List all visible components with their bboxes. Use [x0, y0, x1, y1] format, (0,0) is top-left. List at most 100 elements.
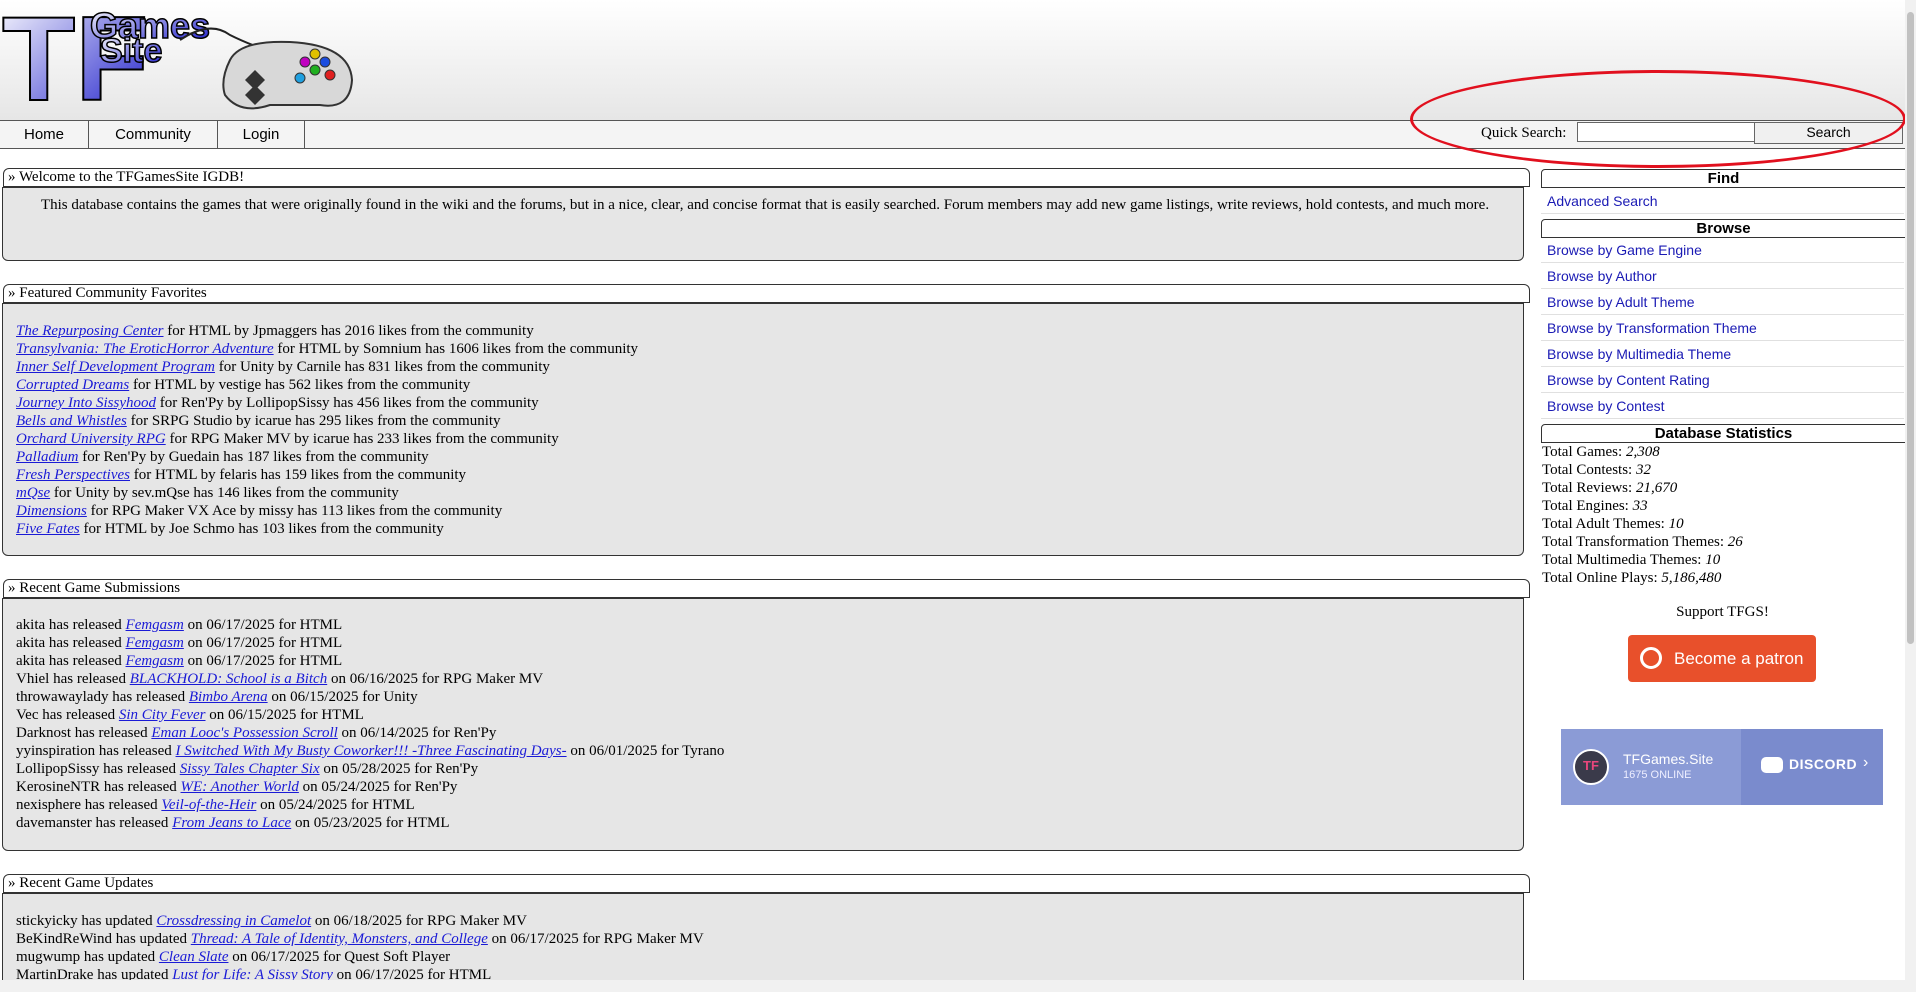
vertical-scrollbar[interactable] [1905, 0, 1916, 992]
detail-text: on 05/24/2025 for HTML [256, 797, 415, 813]
stat-value: 26 [1727, 534, 1743, 550]
horizontal-scrollbar[interactable] [0, 980, 1905, 992]
game-link[interactable]: BLACKHOLD: School is a Bitch [130, 671, 328, 687]
game-link[interactable]: The Repurposing Center [16, 323, 164, 339]
gamepad-icon [222, 40, 354, 110]
submission-list-item: throwawaylady has released Bimbo Arena o… [16, 688, 418, 706]
server-badge-text: TF [1583, 758, 1599, 773]
detail-text: on 06/17/2025 for HTML [183, 635, 343, 651]
detail-text: for HTML by Jpmaggers has 2016 likes fro… [163, 323, 534, 339]
game-link[interactable]: Journey Into Sissyhood [16, 395, 156, 411]
game-link[interactable]: Clean Slate [159, 949, 229, 965]
detail-text: on 06/15/2025 for HTML [205, 707, 364, 723]
author-text: stickyicky has updated [16, 913, 157, 929]
stat-row: Total Multimedia Themes: 10 [1542, 551, 1720, 569]
game-link[interactable]: Dimensions [16, 503, 87, 519]
stat-row: Total Reviews: 21,670 [1542, 479, 1677, 497]
nav-home[interactable]: Home [0, 121, 89, 148]
detail-text: on 05/28/2025 for Ren'Py [319, 761, 479, 777]
stat-row: Total Adult Themes: 10 [1542, 515, 1684, 533]
game-link[interactable]: Inner Self Development Program [16, 359, 215, 375]
stat-label: Total Adult Themes: [1542, 516, 1669, 532]
game-link[interactable]: Bells and Whistles [16, 413, 127, 429]
game-link[interactable]: Corrupted Dreams [16, 377, 129, 393]
browse-link[interactable]: Browse by Adult Theme [1541, 290, 1904, 315]
game-link[interactable]: Sin City Fever [119, 707, 206, 723]
game-link[interactable]: Five Fates [16, 521, 80, 537]
game-link[interactable]: Crossdressing in Camelot [156, 913, 311, 929]
site-logo[interactable]: TF Games Site [0, 0, 360, 118]
submission-list-item: LollipopSissy has released Sissy Tales C… [16, 760, 478, 778]
submission-list-item: nexisphere has released Veil-of-the-Heir… [16, 796, 415, 814]
game-link[interactable]: Transylvania: The EroticHorror Adventure [16, 341, 274, 357]
author-text: Vec has released [16, 707, 119, 723]
game-link[interactable]: mQse [16, 485, 50, 501]
featured-list-item: The Repurposing Center for HTML by Jpmag… [16, 322, 534, 340]
game-link[interactable]: Veil-of-the-Heir [161, 797, 256, 813]
browse-link[interactable]: Browse by Transformation Theme [1541, 316, 1904, 341]
support-text: Support TFGS! [1676, 604, 1769, 620]
detail-text: on 06/01/2025 for Tyrano [566, 743, 725, 759]
detail-text: on 06/16/2025 for RPG Maker MV [327, 671, 544, 687]
submission-list-item: akita has released Femgasm on 06/17/2025… [16, 634, 342, 652]
featured-list-item: Transylvania: The EroticHorror Adventure… [16, 340, 638, 358]
featured-list-item: Orchard University RPG for RPG Maker MV … [16, 430, 559, 448]
game-link[interactable]: From Jeans to Lace [172, 815, 291, 831]
quick-search-label: Quick Search: [1481, 125, 1567, 141]
welcome-text: This database contains the games that we… [40, 197, 1490, 213]
game-link[interactable]: I Switched With My Busty Coworker!!! -Th… [176, 743, 567, 759]
browse-link[interactable]: Browse by Author [1541, 264, 1904, 289]
stat-value: 5,186,480 [1661, 570, 1722, 586]
featured-list-item: Fresh Perspectives for HTML by felaris h… [16, 466, 466, 484]
quick-search-button[interactable]: Search [1754, 122, 1903, 144]
stat-label: Total Contests: [1542, 462, 1636, 478]
become-patron-button[interactable]: Become a patron [1628, 635, 1816, 682]
game-link[interactable]: Femgasm [126, 635, 184, 651]
stat-value: 2,308 [1625, 444, 1660, 460]
update-list-item: BeKindReWind has updated Thread: A Tale … [16, 930, 704, 948]
featured-list-item: Inner Self Development Program for Unity… [16, 358, 550, 376]
game-link[interactable]: Orchard University RPG [16, 431, 166, 447]
featured-panel-title: » Featured Community Favorites [3, 284, 1530, 303]
game-link[interactable]: Sissy Tales Chapter Six [180, 761, 320, 777]
browse-link[interactable]: Browse by Game Engine [1541, 238, 1904, 263]
detail-text: on 06/17/2025 for RPG Maker MV [487, 931, 704, 947]
game-link[interactable]: Thread: A Tale of Identity, Monsters, an… [191, 931, 488, 947]
stat-row: Total Games: 2,308 [1542, 443, 1660, 461]
stat-label: Total Transformation Themes: [1542, 534, 1728, 550]
nav-community[interactable]: Community [89, 121, 218, 148]
game-link[interactable]: Bimbo Arena [189, 689, 268, 705]
sidebar-browse-heading: Browse [1541, 219, 1906, 238]
featured-list-item: mQse for Unity by sev.mQse has 146 likes… [16, 484, 399, 502]
welcome-panel: This database contains the games that we… [2, 187, 1524, 261]
featured-list-item: Five Fates for HTML by Joe Schmo has 103… [16, 520, 444, 538]
submissions-panel-title: » Recent Game Submissions [3, 579, 1530, 598]
game-link[interactable]: Fresh Perspectives [16, 467, 130, 483]
browse-link[interactable]: Browse by Content Rating [1541, 368, 1904, 393]
advanced-search-link[interactable]: Advanced Search [1541, 189, 1904, 214]
game-link[interactable]: Femgasm [126, 617, 184, 633]
discord-widget[interactable]: TF TFGames.Site 1675 ONLINE DISCORD › [1561, 729, 1883, 805]
game-link[interactable]: Palladium [16, 449, 79, 465]
quick-search-input[interactable] [1577, 122, 1756, 142]
browse-link[interactable]: Browse by Contest [1541, 394, 1904, 419]
detail-text: on 06/14/2025 for Ren'Py [337, 725, 497, 741]
detail-text: for HTML by Joe Schmo has 103 likes from… [79, 521, 444, 537]
updates-panel-title: » Recent Game Updates [3, 874, 1530, 893]
server-avatar: TF [1573, 749, 1609, 785]
stat-row: Total Transformation Themes: 26 [1542, 533, 1743, 551]
nav-login[interactable]: Login [218, 121, 305, 148]
detail-text: for Ren'Py by Guedain has 187 likes from… [78, 449, 429, 465]
author-text: akita has released [16, 653, 126, 669]
game-link[interactable]: Femgasm [126, 653, 184, 669]
submission-list-item: Vec has released Sin City Fever on 06/15… [16, 706, 364, 724]
discord-join-area[interactable]: DISCORD › [1741, 729, 1883, 805]
game-link[interactable]: Eman Looc's Possession Scroll [151, 725, 337, 741]
author-text: throwawaylady has released [16, 689, 189, 705]
scrollbar-thumb[interactable] [1907, 12, 1914, 644]
game-link[interactable]: WE: Another World [181, 779, 299, 795]
detail-text: on 06/17/2025 for HTML [183, 653, 343, 669]
browse-link[interactable]: Browse by Multimedia Theme [1541, 342, 1904, 367]
author-text: Vhiel has released [16, 671, 130, 687]
stat-label: Total Engines: [1542, 498, 1633, 514]
